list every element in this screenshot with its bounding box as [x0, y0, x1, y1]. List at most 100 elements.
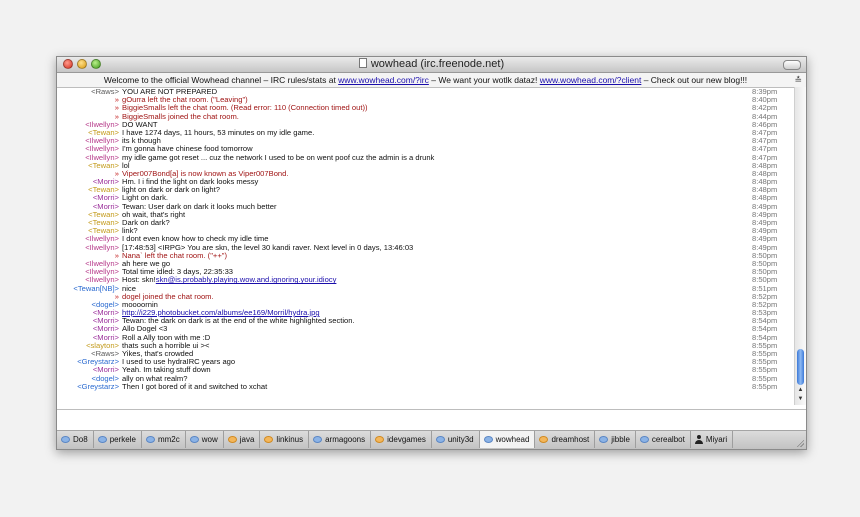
message-row: <Tewan> oh wait, that's right 8:49pm — [57, 210, 794, 219]
message-text: Tewan: User dark on dark it looks much b… — [119, 203, 750, 211]
tab-wowhead[interactable]: wowhead — [479, 431, 536, 448]
message-body: oh wait, that's right — [122, 210, 186, 219]
message-text: Total time idled: 3 days, 22:35:33 — [119, 268, 750, 276]
person-icon — [694, 435, 703, 444]
nickname[interactable]: <Raws> — [57, 87, 119, 96]
message-row: <Morri> Tewan: User dark on dark it looks… — [57, 202, 794, 211]
tab-java[interactable]: java — [224, 431, 261, 448]
message-text: Nana` left the chat room. ("++") — [119, 252, 750, 260]
message-input[interactable] — [57, 410, 806, 430]
message-link[interactable]: http://i229.photobucket.com/albums/ee169… — [122, 309, 320, 317]
toolbar-toggle-button[interactable] — [783, 60, 801, 70]
message-body: Host: skn! — [122, 276, 156, 285]
message-text: I have 1274 days, 11 hours, 53 minutes o… — [119, 129, 750, 137]
message-body: Viper007Bond[a] is now known as Viper007… — [122, 169, 289, 178]
message-row: <dogel> moooornin 8:52pm — [57, 300, 794, 309]
tab-label: java — [239, 435, 255, 444]
message-text: lol — [119, 162, 750, 170]
message-text: DO WANT — [119, 121, 750, 129]
chat-log[interactable]: <Raws> YOU ARE NOT PREPARED 8:39pm» gOurra … — [57, 87, 794, 406]
message-body: I have 1274 days, 11 hours, 53 minutes o… — [122, 128, 315, 137]
message-text: Tewan: the dark on dark is at the end of… — [119, 317, 750, 325]
tab-label: unity3d — [447, 435, 474, 444]
message-text: BiggieSmalls left the chat room. (Read e… — [119, 104, 750, 112]
scroll-down-icon[interactable]: ▼ — [796, 395, 805, 403]
message-body: nice — [122, 284, 136, 293]
message-text: [17:48:53] <IRPG> You are skn, the level… — [119, 244, 750, 252]
chat-bubble-icon — [264, 436, 274, 443]
message-text: dogel joined the chat room. — [119, 293, 750, 301]
message-row: <Morri> Tewan: the dark on dark is at the… — [57, 317, 794, 325]
channel-topic: Welcome to the official Wowhead channel … — [57, 73, 806, 88]
event-row: » Nana` left the chat room. ("++") 8:50pm — [57, 251, 794, 260]
tab-perkele[interactable]: perkele — [94, 431, 142, 448]
event-row: » BiggieSmalls left the chat room. (Read … — [57, 104, 794, 112]
message-body: Tewan: User dark on dark it looks much b… — [122, 202, 277, 211]
message-row: <Tewan> link? 8:49pm — [57, 226, 794, 235]
message-text: oh wait, that's right — [119, 211, 750, 219]
tab-do8[interactable]: Do8 — [57, 431, 94, 448]
nickname[interactable]: <Tewan> — [57, 161, 119, 170]
message-body: thats such a horrible ui >< — [122, 341, 210, 350]
scroll-up-icon[interactable]: ▲ — [796, 386, 805, 394]
tab-armagoons[interactable]: armagoons — [309, 431, 372, 448]
tab-label: dreamhost — [551, 435, 590, 444]
tab-label: linkinus — [276, 435, 304, 444]
chat-bubble-icon — [599, 436, 609, 443]
chat-bubble-icon — [639, 436, 649, 443]
title-bar[interactable]: wowhead (irc.freenode.net) — [57, 57, 806, 73]
tab-wow[interactable]: wow — [186, 431, 224, 448]
expand-topic-icon[interactable]: ≛ — [794, 73, 802, 87]
message-text: moooornin — [119, 301, 750, 309]
message-body: Dark on dark? — [122, 219, 170, 227]
message-text: YOU ARE NOT PREPARED — [119, 88, 750, 96]
message-text: I'm gonna have chinese food tomorrow — [119, 145, 750, 153]
tab-mm2c[interactable]: mm2c — [142, 431, 186, 448]
chat-bubble-icon — [227, 436, 237, 443]
chat-scrollbar[interactable]: ▲ ▼ — [794, 87, 806, 405]
message-row: <Raws> Yikes, that's crowded 8:55pm — [57, 349, 794, 358]
message-row: <Ilwellyn> Total time idled: 3 days, 22:3… — [57, 267, 794, 276]
tab-cerealbot[interactable]: cerealbot — [636, 431, 691, 448]
message-row: <Tewan> I have 1274 days, 11 hours, 53 mi… — [57, 128, 794, 137]
message-link[interactable]: skn@is.probably.playing.wow.and.ignoring… — [156, 276, 337, 284]
channel-tabbar: Do8 perkele mm2c wow java linkinus armagoons id… — [57, 430, 806, 449]
nickname[interactable]: <Ilwellyn> — [57, 243, 119, 252]
message-row: <Morri> Light on dark. 8:48pm — [57, 194, 794, 202]
tab-miyari[interactable]: Miyari — [691, 431, 734, 448]
message-body: I dont even know how to check my idle ti… — [122, 235, 269, 244]
message-body: DO WANT — [122, 120, 158, 129]
tab-dreamhost[interactable]: dreamhost — [535, 431, 596, 448]
topic-link-irc[interactable]: www.wowhead.com/?irc — [338, 75, 429, 85]
message-body: Light on dark. — [122, 194, 169, 203]
tab-idevgames[interactable]: idevgames — [371, 431, 432, 448]
message-text: Yeah. Im taking stuff down — [119, 366, 750, 374]
nickname[interactable]: <Tewan[NB]> — [57, 284, 119, 293]
message-row: <dogel> ally on what realm? 8:55pm — [57, 374, 794, 383]
message-body: Roll a Ally toon with me :D — [122, 333, 211, 342]
nickname[interactable]: <Greystarz> — [57, 382, 119, 391]
message-row: <Ilwellyn> Host: skn!skn@is.probably.play… — [57, 276, 794, 284]
message-row: <Tewan[NB]> nice 8:51pm — [57, 284, 794, 293]
message-text: ah here we go — [119, 260, 750, 268]
message-text: Dark on dark? — [119, 219, 750, 227]
message-body: [17:48:53] <IRPG> You are skn, the level… — [122, 243, 414, 252]
tab-unity3d[interactable]: unity3d — [432, 431, 480, 448]
topic-link-client[interactable]: www.wowhead.com/?client — [540, 75, 642, 85]
tab-label: wow — [201, 435, 218, 444]
message-text: gOurra left the chat room. ("Leaving") — [119, 96, 750, 104]
resize-grip-icon[interactable] — [796, 439, 804, 447]
tab-linkinus[interactable]: linkinus — [260, 431, 310, 448]
chat-bubble-icon — [97, 436, 107, 443]
document-icon — [358, 58, 367, 68]
tab-jibble[interactable]: jibble — [595, 431, 636, 448]
scroll-thumb[interactable] — [797, 349, 804, 385]
message-text: BiggieSmalls joined the chat room. — [119, 113, 750, 121]
tab-label: Miyari — [705, 435, 728, 444]
topic-text: – We want your wotlk dataz! — [428, 75, 540, 85]
message-row: <Morri> Hm. I i find the light on dark lo… — [57, 177, 794, 186]
message-text: light on dark or dark on light? — [119, 186, 750, 194]
message-text: nice — [119, 285, 750, 293]
message-body: lol — [122, 161, 130, 170]
message-row: <Tewan> light on dark or dark on light? 8:… — [57, 186, 794, 194]
